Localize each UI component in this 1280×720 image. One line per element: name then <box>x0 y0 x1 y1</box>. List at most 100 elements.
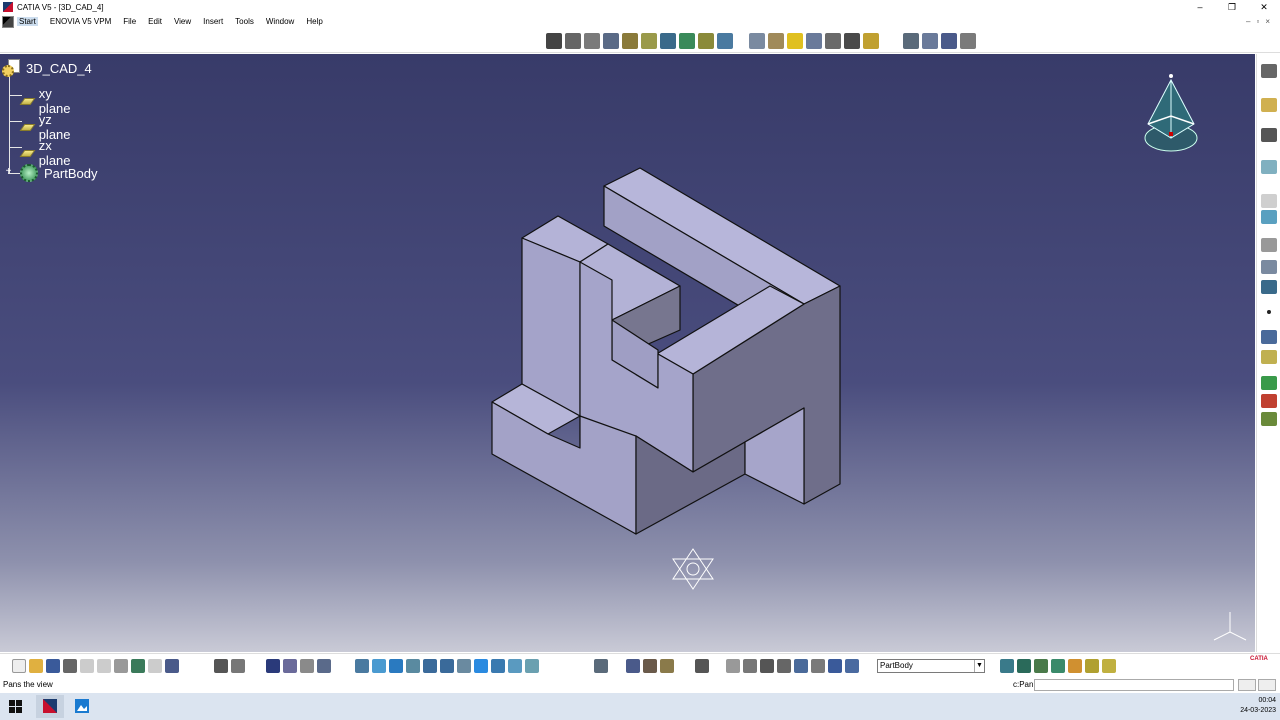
measure-icon[interactable] <box>1261 260 1277 274</box>
command-input[interactable] <box>1034 679 1234 691</box>
scaling-icon[interactable] <box>960 33 976 49</box>
shell-icon[interactable] <box>806 33 822 49</box>
boolean-add-icon[interactable] <box>1261 376 1277 390</box>
positioned-sketch-icon[interactable] <box>565 33 581 49</box>
translation-icon[interactable] <box>903 33 919 49</box>
thickness-icon[interactable] <box>825 33 841 49</box>
publication-icon[interactable] <box>794 659 808 673</box>
update-icon[interactable] <box>726 659 740 673</box>
close-button[interactable]: ✕ <box>1248 0 1280 14</box>
view-icon[interactable] <box>1261 210 1277 224</box>
stop-button[interactable] <box>1258 679 1276 691</box>
menu-edit[interactable]: Edit <box>148 17 162 26</box>
whats-this-icon[interactable] <box>165 659 179 673</box>
frame-icon[interactable] <box>1261 194 1277 208</box>
material-icon[interactable] <box>300 659 314 673</box>
hide-show-icon[interactable] <box>317 659 331 673</box>
measure-between-icon[interactable] <box>626 659 640 673</box>
3d-viewport[interactable]: 3D_CAD_4 xy plane yz plane zx plane Part… <box>0 54 1255 652</box>
boolean-remove-icon[interactable] <box>1261 394 1277 408</box>
groove-icon[interactable] <box>641 33 657 49</box>
sketch-edit-icon[interactable] <box>1261 128 1277 142</box>
constraint-icon[interactable] <box>1261 280 1277 294</box>
zoom-in-icon[interactable] <box>423 659 437 673</box>
comment-icon[interactable] <box>231 659 245 673</box>
redo-icon[interactable] <box>148 659 162 673</box>
command-button[interactable] <box>1238 679 1256 691</box>
multi-view-icon[interactable] <box>474 659 488 673</box>
paste-icon[interactable] <box>114 659 128 673</box>
point-icon[interactable] <box>1267 310 1271 314</box>
spacing-icon[interactable] <box>811 659 825 673</box>
chevron-down-icon[interactable]: ▼ <box>974 660 984 672</box>
menu-insert[interactable]: Insert <box>203 17 223 26</box>
axis-system-icon[interactable] <box>743 659 757 673</box>
cut-icon[interactable] <box>80 659 94 673</box>
fillet-icon[interactable] <box>749 33 765 49</box>
mirror-icon[interactable] <box>922 33 938 49</box>
menu-tools[interactable]: Tools <box>235 17 254 26</box>
print-icon[interactable] <box>63 659 77 673</box>
copy-icon[interactable] <box>97 659 111 673</box>
part-3d-model[interactable] <box>480 164 860 544</box>
formula-icon[interactable] <box>214 659 228 673</box>
loft-icon[interactable] <box>717 33 733 49</box>
fit-all-icon[interactable] <box>372 659 386 673</box>
swap-icon[interactable] <box>594 659 608 673</box>
menu-window[interactable]: Window <box>266 17 294 26</box>
render-icon[interactable] <box>283 659 297 673</box>
brush-icon[interactable] <box>1068 659 1082 673</box>
rib-icon[interactable] <box>679 33 695 49</box>
camera-icon[interactable] <box>695 659 709 673</box>
catalog-icon[interactable] <box>266 659 280 673</box>
menu-enovia[interactable]: ENOVIA V5 VPM <box>50 17 111 26</box>
tree-item-partbody[interactable]: PartBody <box>8 164 97 182</box>
tree-root[interactable]: 3D_CAD_4 <box>2 59 92 77</box>
surface-icon[interactable] <box>1261 160 1277 174</box>
menu-start[interactable]: Start <box>17 17 38 26</box>
taskbar-photos-app-icon[interactable] <box>68 695 96 718</box>
shading-icon[interactable] <box>508 659 522 673</box>
select-icon[interactable] <box>1261 98 1277 112</box>
plane-tool-icon[interactable] <box>1261 350 1277 364</box>
hide-icon[interactable] <box>525 659 539 673</box>
remove-face-icon[interactable] <box>863 33 879 49</box>
normal-view-icon[interactable] <box>457 659 471 673</box>
slot-icon[interactable] <box>698 33 714 49</box>
chamfer-icon[interactable] <box>768 33 784 49</box>
rotate-icon[interactable] <box>406 659 420 673</box>
compass-icon[interactable] <box>1138 72 1204 156</box>
new-icon[interactable] <box>12 659 26 673</box>
restore-button[interactable]: ❐ <box>1216 0 1248 14</box>
iso-view-icon[interactable] <box>491 659 505 673</box>
scan-icon[interactable] <box>828 659 842 673</box>
document-window-controls[interactable]: –▫× <box>1246 17 1276 26</box>
menu-help[interactable]: Help <box>306 17 322 26</box>
pocket-icon[interactable] <box>603 33 619 49</box>
measure-item-icon[interactable] <box>643 659 657 673</box>
inertia-icon[interactable] <box>660 659 674 673</box>
shaft-icon[interactable] <box>622 33 638 49</box>
boolean-intersect-icon[interactable] <box>1261 412 1277 426</box>
open-icon[interactable] <box>29 659 43 673</box>
thread-icon[interactable] <box>844 33 860 49</box>
save-icon[interactable] <box>46 659 60 673</box>
snap-icon[interactable] <box>777 659 791 673</box>
menu-view[interactable]: View <box>174 17 191 26</box>
sketch-analysis-icon[interactable] <box>1000 659 1014 673</box>
define-work-object-icon[interactable] <box>845 659 859 673</box>
sketcher-icon[interactable] <box>546 33 562 49</box>
undo-icon[interactable] <box>131 659 145 673</box>
stack-icon[interactable] <box>1085 659 1099 673</box>
fly-mode-icon[interactable] <box>355 659 369 673</box>
pattern-icon[interactable] <box>941 33 957 49</box>
zoom-out-icon[interactable] <box>440 659 454 673</box>
hole-icon[interactable] <box>660 33 676 49</box>
work-object-dropdown[interactable]: PartBody ▼ <box>877 659 985 673</box>
taskbar-catia-app-icon[interactable] <box>36 695 64 718</box>
draft-icon[interactable] <box>787 33 803 49</box>
3d-grid-icon[interactable] <box>1034 659 1048 673</box>
minimize-button[interactable]: – <box>1184 0 1216 14</box>
pan-icon[interactable] <box>389 659 403 673</box>
expand-toggle-icon[interactable]: + <box>4 167 13 177</box>
